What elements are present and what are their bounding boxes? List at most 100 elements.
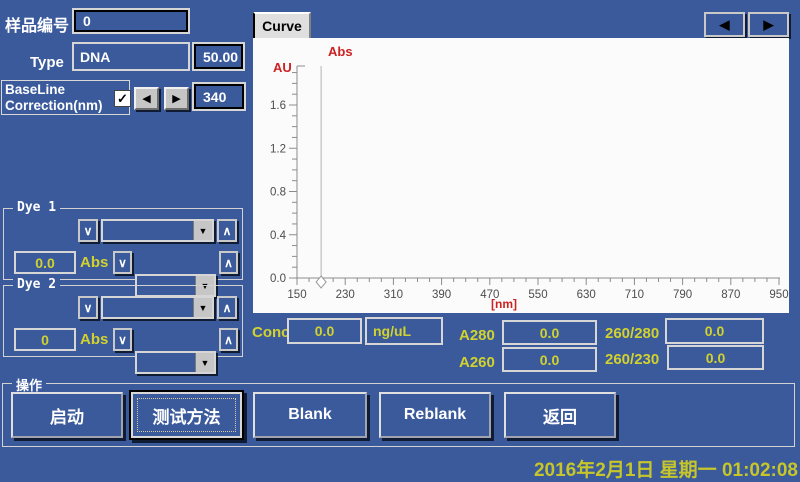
dye2-group-title: Dye 2 xyxy=(13,277,60,292)
type-factor-field[interactable]: 50.00 xyxy=(192,42,245,71)
dye1-factor-up-button[interactable]: ∧ xyxy=(219,251,238,274)
baseline-wavelength-value: 340 xyxy=(203,89,226,105)
prev-page-button[interactable]: ◀ xyxy=(704,12,745,37)
chevron-up-icon: ∧ xyxy=(224,256,233,270)
svg-text:630: 630 xyxy=(577,289,596,301)
a260-value-field: 0.0 xyxy=(502,347,597,372)
sample-number-input[interactable]: 0 xyxy=(72,8,190,34)
dye1-factor-down-button[interactable]: ∨ xyxy=(113,251,132,274)
svg-text:870: 870 xyxy=(721,289,740,301)
sample-number-label: 样品编号 xyxy=(5,12,69,36)
type-factor-value: 50.00 xyxy=(203,49,238,65)
chevron-up-icon: ∧ xyxy=(224,333,233,347)
spectrum-chart-svg: 0.00.40.81.21.61502303103904705506307107… xyxy=(253,38,789,313)
dye1-wavelength-down-button[interactable]: ∨ xyxy=(78,219,98,242)
dye2-abs-label: Abs xyxy=(80,331,108,348)
baseline-increase-button[interactable]: ▶ xyxy=(164,87,189,110)
ratio-260-280-value: 0.0 xyxy=(705,323,724,339)
dye1-abs-value-field: 0.0 xyxy=(14,251,76,274)
type-label: Type xyxy=(30,54,64,71)
focus-outline xyxy=(137,398,236,432)
dye2-abs-value: 0 xyxy=(41,332,49,348)
svg-text:550: 550 xyxy=(528,289,547,301)
baseline-label-line2: Correction(nm) xyxy=(5,98,126,114)
spectrum-plot[interactable]: 0.00.40.81.21.61502303103904705506307107… xyxy=(253,38,789,313)
dye2-wavelength-down-button[interactable]: ∨ xyxy=(78,296,98,319)
reblank-button[interactable]: Reblank xyxy=(379,392,491,438)
a280-value-field: 0.0 xyxy=(502,320,597,345)
baseline-label-line1: BaseLine xyxy=(5,82,126,98)
datetime-display: 2016年2月1日 星期一 01:02:08 xyxy=(420,455,798,482)
left-arrow-icon: ◀ xyxy=(720,17,730,33)
svg-text:1.6: 1.6 xyxy=(270,100,286,112)
svg-text:0.4: 0.4 xyxy=(270,230,287,242)
dye2-factor-down-button[interactable]: ∨ xyxy=(113,328,132,351)
conc-value: 0.0 xyxy=(315,323,334,339)
type-value: DNA xyxy=(80,49,110,65)
start-button-label: 启动 xyxy=(50,403,84,428)
dye1-abs-label: Abs xyxy=(80,254,108,271)
back-button-label: 返回 xyxy=(543,403,577,428)
ratio-260-280-label: 260/280 xyxy=(605,325,659,342)
baseline-wavelength-field[interactable]: 340 xyxy=(192,82,246,111)
type-field[interactable]: DNA xyxy=(72,42,190,71)
a280-value: 0.0 xyxy=(540,325,559,341)
chevron-down-icon: ∨ xyxy=(118,333,127,347)
left-arrow-icon: ◀ xyxy=(142,92,150,105)
svg-text:1.2: 1.2 xyxy=(270,143,286,155)
blank-button[interactable]: Blank xyxy=(253,392,367,438)
spectrophotometer-screen: 样品编号 0 Type DNA 50.00 BaseLine Correctio… xyxy=(0,0,800,480)
dye1-abs-value: 0.0 xyxy=(35,255,54,271)
dye1-wavelength-dropdown[interactable]: ▼ xyxy=(101,219,214,242)
a280-label: A280 xyxy=(459,327,495,344)
svg-text:0.0: 0.0 xyxy=(270,273,286,285)
chevron-down-icon: ∨ xyxy=(84,224,93,238)
actions-group: 操作 启动 测试方法 Blank Reblank 返回 xyxy=(2,383,795,447)
tab-curve[interactable]: Curve xyxy=(253,12,311,38)
dye2-factor-dropdown[interactable]: ▼ xyxy=(135,351,216,374)
a260-value: 0.0 xyxy=(540,352,559,368)
svg-text:470: 470 xyxy=(480,289,499,301)
dye2-wavelength-dropdown[interactable]: ▼ xyxy=(101,296,214,319)
chevron-up-icon: ∧ xyxy=(223,301,232,315)
right-arrow-icon: ▶ xyxy=(764,17,774,33)
right-arrow-icon: ▶ xyxy=(172,92,180,105)
dye2-factor-up-button[interactable]: ∧ xyxy=(219,328,238,351)
baseline-checkbox[interactable]: ✓ xyxy=(114,90,131,107)
dye1-group-title: Dye 1 xyxy=(13,200,60,215)
baseline-correction-label: BaseLine Correction(nm) xyxy=(1,80,130,115)
ratio-260-230-label: 260/230 xyxy=(605,351,659,368)
svg-text:790: 790 xyxy=(673,289,692,301)
ratio-260-230-field: 0.0 xyxy=(667,345,764,370)
tab-curve-label: Curve xyxy=(262,18,302,34)
svg-text:0.8: 0.8 xyxy=(270,187,286,199)
dropdown-arrow-icon[interactable]: ▼ xyxy=(193,298,212,317)
dropdown-arrow-icon[interactable]: ▼ xyxy=(195,353,214,372)
chevron-down-icon: ∨ xyxy=(84,301,93,315)
baseline-decrease-button[interactable]: ◀ xyxy=(134,87,159,110)
dye1-group: Dye 1 ∨ ▼ ∧ 0.0 Abs ∨ ▼ ∧ xyxy=(3,208,243,280)
conc-value-field: 0.0 xyxy=(287,318,362,344)
svg-text:710: 710 xyxy=(625,289,644,301)
a260-label: A260 xyxy=(459,354,495,371)
dropdown-arrow-icon[interactable]: ▼ xyxy=(193,221,212,240)
reblank-button-label: Reblank xyxy=(404,406,466,424)
checkmark-icon: ✓ xyxy=(117,91,128,107)
blank-button-label: Blank xyxy=(288,406,332,424)
svg-text:950: 950 xyxy=(769,289,788,301)
svg-text:150: 150 xyxy=(287,289,306,301)
back-button[interactable]: 返回 xyxy=(504,392,616,438)
svg-text:230: 230 xyxy=(336,289,355,301)
dye2-wavelength-up-button[interactable]: ∧ xyxy=(217,296,237,319)
start-button[interactable]: 启动 xyxy=(11,392,123,438)
dye2-abs-value-field: 0 xyxy=(14,328,76,351)
sample-number-value: 0 xyxy=(83,13,91,29)
next-page-button[interactable]: ▶ xyxy=(748,12,789,37)
ratio-260-230-value: 0.0 xyxy=(706,350,725,366)
dye1-wavelength-up-button[interactable]: ∧ xyxy=(217,219,237,242)
conc-unit-box: ng/uL xyxy=(365,317,443,345)
test-method-button[interactable]: 测试方法 xyxy=(129,390,244,440)
chevron-up-icon: ∧ xyxy=(223,224,232,238)
conc-unit: ng/uL xyxy=(373,323,411,339)
chevron-down-icon: ∨ xyxy=(118,256,127,270)
